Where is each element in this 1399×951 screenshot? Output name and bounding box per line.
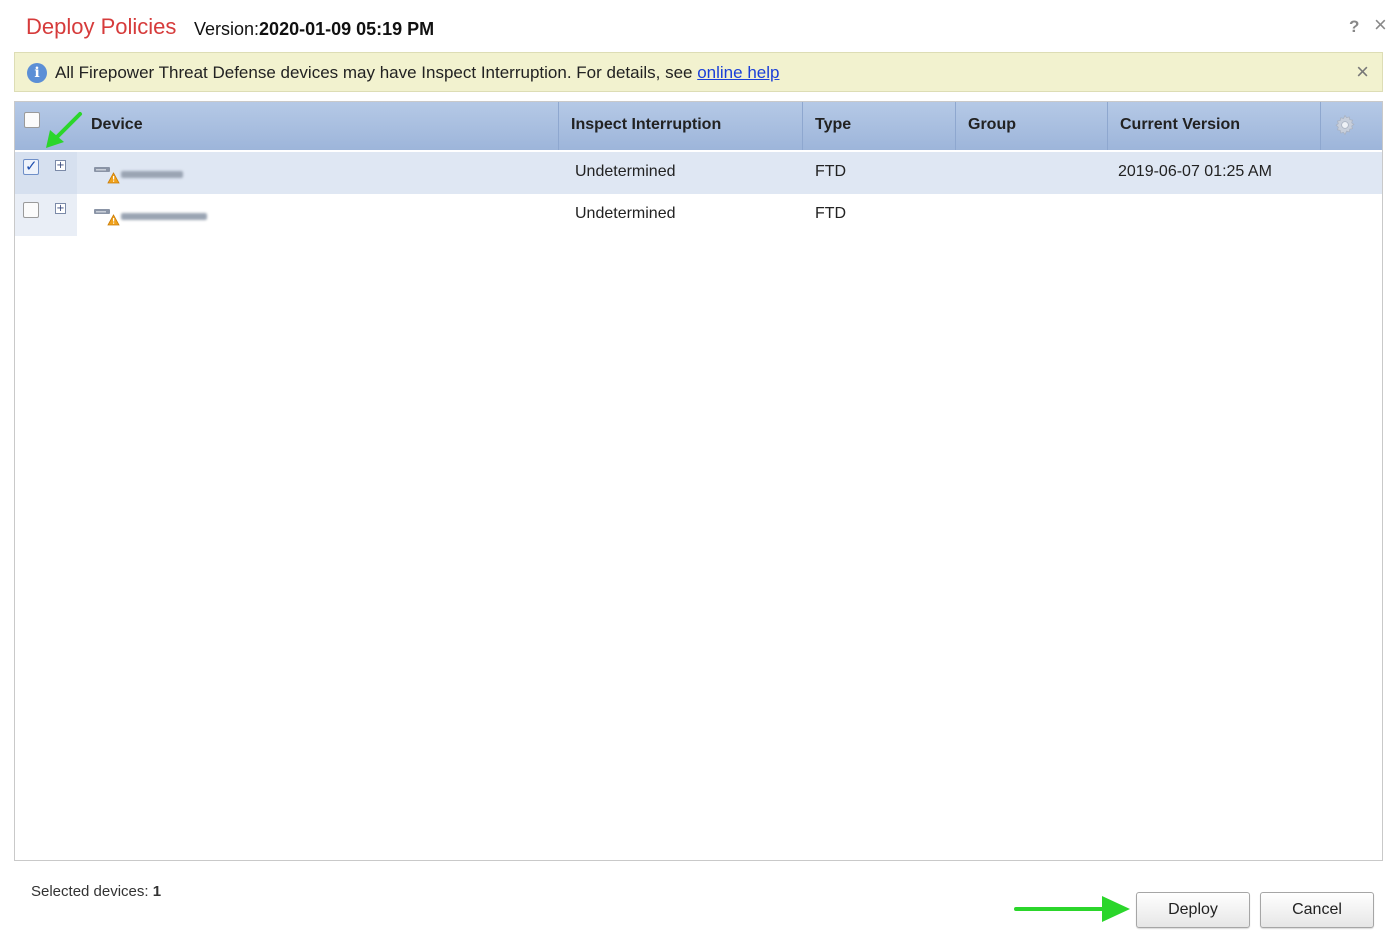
inspect-interruption-cell: Undetermined (575, 163, 676, 180)
inspect-interruption-cell: Undetermined (575, 205, 676, 222)
info-icon: i (27, 63, 47, 83)
select-all-checkbox[interactable] (24, 112, 40, 128)
current-version-cell: 2019-06-07 01:25 AM (1118, 163, 1272, 180)
help-icon[interactable]: ? (1349, 17, 1359, 37)
type-cell: FTD (815, 205, 847, 222)
deploy-button[interactable]: Deploy (1136, 892, 1250, 928)
online-help-link[interactable]: online help (697, 63, 779, 82)
device-warning-icon (94, 167, 120, 184)
table-row[interactable]: + Undetermined FTD (15, 194, 1382, 236)
cancel-button[interactable]: Cancel (1260, 892, 1374, 928)
version-value: 2020-01-09 05:19 PM (259, 19, 435, 39)
column-header-group[interactable]: Group (968, 102, 1016, 150)
table-header: Device Inspect Interruption Type Group C… (15, 102, 1382, 150)
banner-close-icon[interactable]: × (1356, 59, 1369, 85)
column-divider (1320, 102, 1321, 150)
column-divider (955, 102, 956, 150)
close-icon[interactable]: × (1374, 14, 1387, 36)
selected-devices-status: Selected devices: 1 (31, 883, 161, 900)
banner-text: All Firepower Threat Defense devices may… (55, 63, 698, 82)
version-label: Version: (194, 19, 260, 39)
banner-message: All Firepower Threat Defense devices may… (55, 63, 779, 83)
row-checkbox[interactable] (23, 157, 39, 175)
device-name-redacted[interactable] (121, 213, 207, 220)
type-cell: FTD (815, 163, 847, 180)
gear-icon[interactable] (1333, 113, 1357, 137)
device-warning-icon (94, 209, 120, 226)
table-row[interactable]: + Undetermined FTD 2019-06-07 01:25 AM (15, 152, 1382, 194)
annotation-arrow-deploy (1014, 896, 1130, 922)
selected-devices-count: 1 (152, 883, 162, 900)
column-header-type[interactable]: Type (815, 102, 851, 150)
column-header-device[interactable]: Device (91, 102, 143, 150)
column-divider (558, 102, 559, 150)
dialog-title: Deploy Policies (26, 14, 177, 39)
column-divider (1107, 102, 1108, 150)
device-name-redacted[interactable] (121, 171, 183, 178)
row-checkbox[interactable] (23, 202, 39, 218)
column-header-current-version[interactable]: Current Version (1120, 102, 1240, 150)
device-table: Device Inspect Interruption Type Group C… (14, 101, 1383, 861)
column-header-inspect-interruption[interactable]: Inspect Interruption (571, 102, 721, 150)
expand-icon[interactable]: + (55, 203, 66, 214)
column-divider (802, 102, 803, 150)
dialog-title-bar: Deploy Policies Version:2020-01-09 05:19… (0, 0, 1399, 52)
info-banner: i All Firepower Threat Defense devices m… (14, 52, 1383, 92)
version-info: Version:2020-01-09 05:19 PM (194, 19, 434, 40)
selected-devices-label: Selected devices: (31, 883, 149, 900)
expand-icon[interactable]: + (55, 160, 66, 171)
annotation-arrow-checkbox (46, 112, 82, 148)
